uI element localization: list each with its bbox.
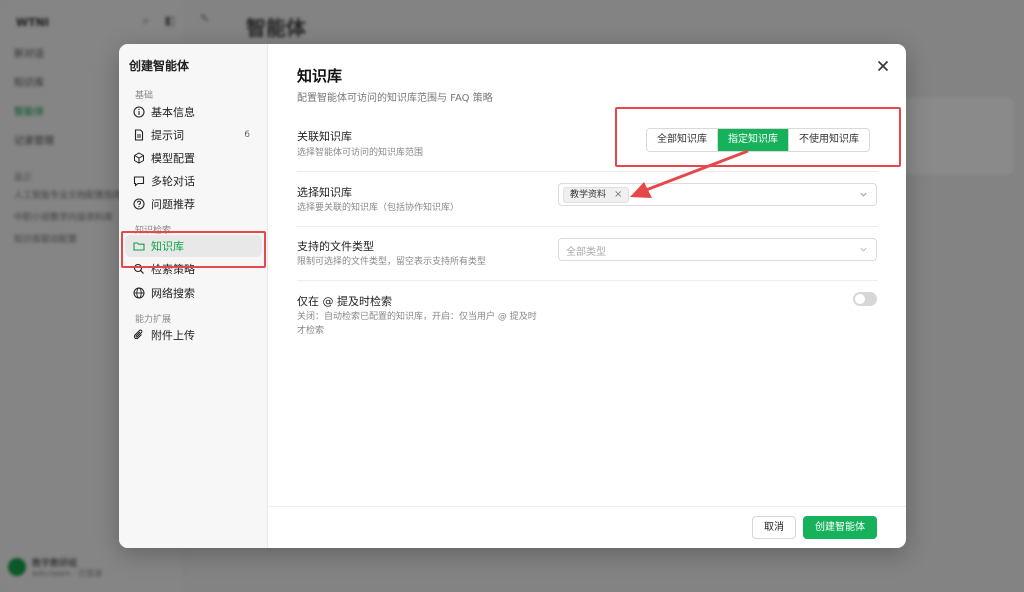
sidebar-item-multi-turn[interactable]: 多轮对话 — [125, 170, 262, 192]
prompt-count-badge: 6 — [244, 130, 250, 140]
selected-kb-tag: 教学资料 × — [563, 187, 630, 203]
dialog-footer-divider — [269, 506, 906, 507]
cube-icon — [133, 152, 145, 164]
chat-icon — [133, 175, 145, 187]
mention-only-desc: 关闭：自动检索已配置的知识库，开启：仅当用户 @ 提及时才检索 — [297, 312, 537, 336]
chevron-down-icon — [860, 192, 867, 197]
chevron-down-icon — [860, 247, 867, 252]
file-type-label: 支持的文件类型 — [297, 240, 374, 253]
sidebar-item-label: 基本信息 — [151, 106, 195, 119]
sidebar-item-label: 多轮对话 — [151, 175, 195, 188]
sidebar-item-label: 提示词 — [151, 129, 184, 142]
file-type-placeholder: 全部类型 — [566, 247, 606, 258]
file-type-select[interactable]: 全部类型 — [558, 238, 877, 261]
link-kb-label: 关联知识库 — [297, 130, 352, 143]
sidebar-item-web-search[interactable]: 网络搜索 — [125, 282, 262, 304]
select-kb-desc: 选择要关联的知识库（包括协作知识库） — [297, 203, 460, 213]
section-subtitle: 配置智能体可访问的知识库范围与 FAQ 策略 — [297, 93, 493, 104]
divider — [297, 280, 878, 281]
file-type-desc: 限制可选择的文件类型，留空表示支持所有类型 — [297, 257, 487, 267]
dialog-title: 创建智能体 — [129, 59, 190, 73]
sidebar-item-question-suggest[interactable]: 问题推荐 — [125, 193, 262, 215]
cancel-button[interactable]: 取消 — [752, 516, 796, 539]
sidebar-item-label: 模型配置 — [151, 152, 195, 165]
paperclip-icon — [133, 329, 145, 341]
tag-label: 教学资料 — [570, 190, 607, 200]
annotation-box-scope — [615, 107, 901, 167]
group-label-basic: 基础 — [135, 91, 154, 101]
select-kb-label: 选择知识库 — [297, 186, 352, 199]
toggle-knob — [855, 294, 865, 304]
create-agent-button[interactable]: 创建智能体 — [803, 516, 877, 539]
mention-only-toggle[interactable] — [853, 292, 877, 306]
divider — [297, 171, 878, 172]
sidebar-item-label: 附件上传 — [151, 329, 195, 342]
dialog-sidebar: 创建智能体 基础 基本信息 提示词 6 模型配置 多轮对话 问题推荐 知识检索 … — [119, 44, 268, 548]
tag-remove-icon[interactable]: × — [614, 187, 622, 203]
document-icon — [133, 129, 145, 141]
globe-icon — [133, 287, 145, 299]
question-icon — [133, 198, 145, 210]
info-icon — [133, 106, 145, 118]
mention-only-label: 仅在 @ 提及时检索 — [297, 295, 392, 308]
divider — [297, 226, 878, 227]
sidebar-item-attachment-upload[interactable]: 附件上传 — [125, 324, 262, 346]
annotation-box-sidebar — [121, 231, 266, 268]
sidebar-item-basic-info[interactable]: 基本信息 — [125, 101, 262, 123]
section-title: 知识库 — [297, 67, 343, 85]
link-kb-desc: 选择智能体可访问的知识库范围 — [297, 148, 424, 158]
sidebar-item-label: 问题推荐 — [151, 198, 195, 211]
sidebar-item-prompt[interactable]: 提示词 6 — [125, 124, 262, 146]
kb-multiselect[interactable]: 教学资料 × — [558, 183, 877, 206]
close-icon[interactable] — [876, 59, 890, 73]
sidebar-item-label: 网络搜索 — [151, 287, 195, 300]
sidebar-item-model-config[interactable]: 模型配置 — [125, 147, 262, 169]
